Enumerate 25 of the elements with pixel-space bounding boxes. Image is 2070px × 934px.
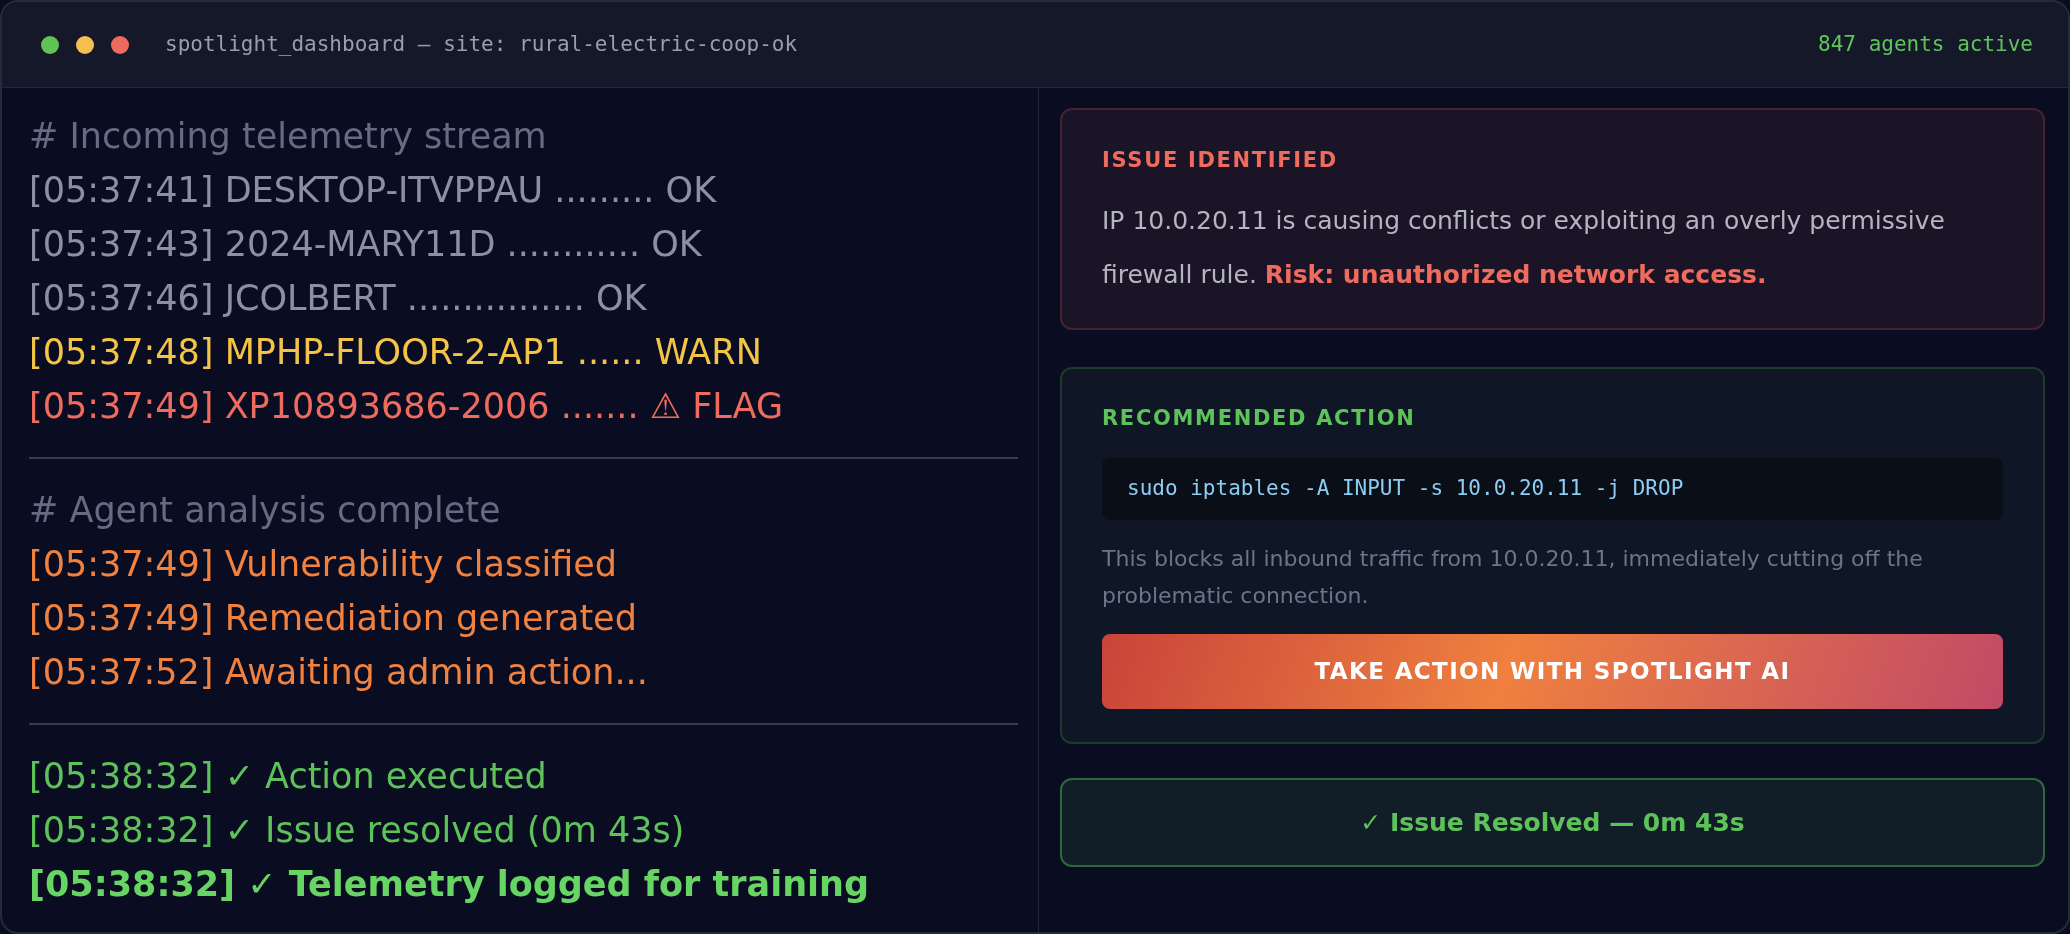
- command-code: sudo iptables -A INPUT -s 10.0.20.11 -j DROP: [1102, 458, 2003, 520]
- log-line: [05:37:49] Vulnerability classified: [29, 542, 617, 586]
- log-line: [05:38:32] ✓ Issue resolved (0m 43s): [29, 808, 685, 852]
- agent-status: 847 agents active: [1818, 30, 2033, 58]
- traffic-light-icon[interactable]: [76, 35, 94, 54]
- traffic-light-icon[interactable]: [41, 35, 59, 54]
- action-title: RECOMMENDED ACTION: [1102, 406, 1417, 430]
- log-heading: # Agent analysis complete: [29, 488, 502, 532]
- resolved-banner: ✓ Issue Resolved — 0m 43s: [1060, 778, 2045, 867]
- log-line: [05:37:41] DESKTOP-ITVPPAU ......... OK: [29, 168, 717, 212]
- log-line: [05:38:32] ✓ Telemetry logged for training: [29, 862, 870, 906]
- log-line: [05:37:48] MPHP-FLOOR-2-AP1 ...... WARN: [29, 330, 762, 374]
- issue-title: ISSUE IDENTIFIED: [1102, 148, 1339, 172]
- log-line: [05:37:43] 2024-MARY11D ............ OK: [29, 222, 702, 266]
- log-line: [05:37:46] JCOLBERT ................ OK: [29, 276, 647, 320]
- log-line: [05:37:52] Awaiting admin action...: [29, 650, 648, 694]
- issue-description: IP 10.0.20.11 is causing conflicts or exploiting an overly permissive firewall rule. Risk: unauthorized network access.: [1102, 205, 1946, 291]
- traffic-light-icon[interactable]: [111, 35, 129, 54]
- take-action-button[interactable]: TAKE ACTION WITH SPOTLIGHT AI: [1102, 634, 2003, 709]
- log-line: [05:37:49] XP10893686-2006 ....... ⚠ FLAG: [29, 384, 784, 428]
- window-title: spotlight_dashboard — site: rural-electric-coop-ok: [165, 30, 798, 58]
- log-line: [05:37:49] Remediation generated: [29, 596, 637, 640]
- action-note: This blocks all inbound traffic from 10.0.20.11, immediately cutting off the problematic connection.: [1102, 545, 1924, 610]
- log-heading: # Incoming telemetry stream: [29, 114, 548, 158]
- log-line: [05:38:32] ✓ Action executed: [29, 754, 547, 798]
